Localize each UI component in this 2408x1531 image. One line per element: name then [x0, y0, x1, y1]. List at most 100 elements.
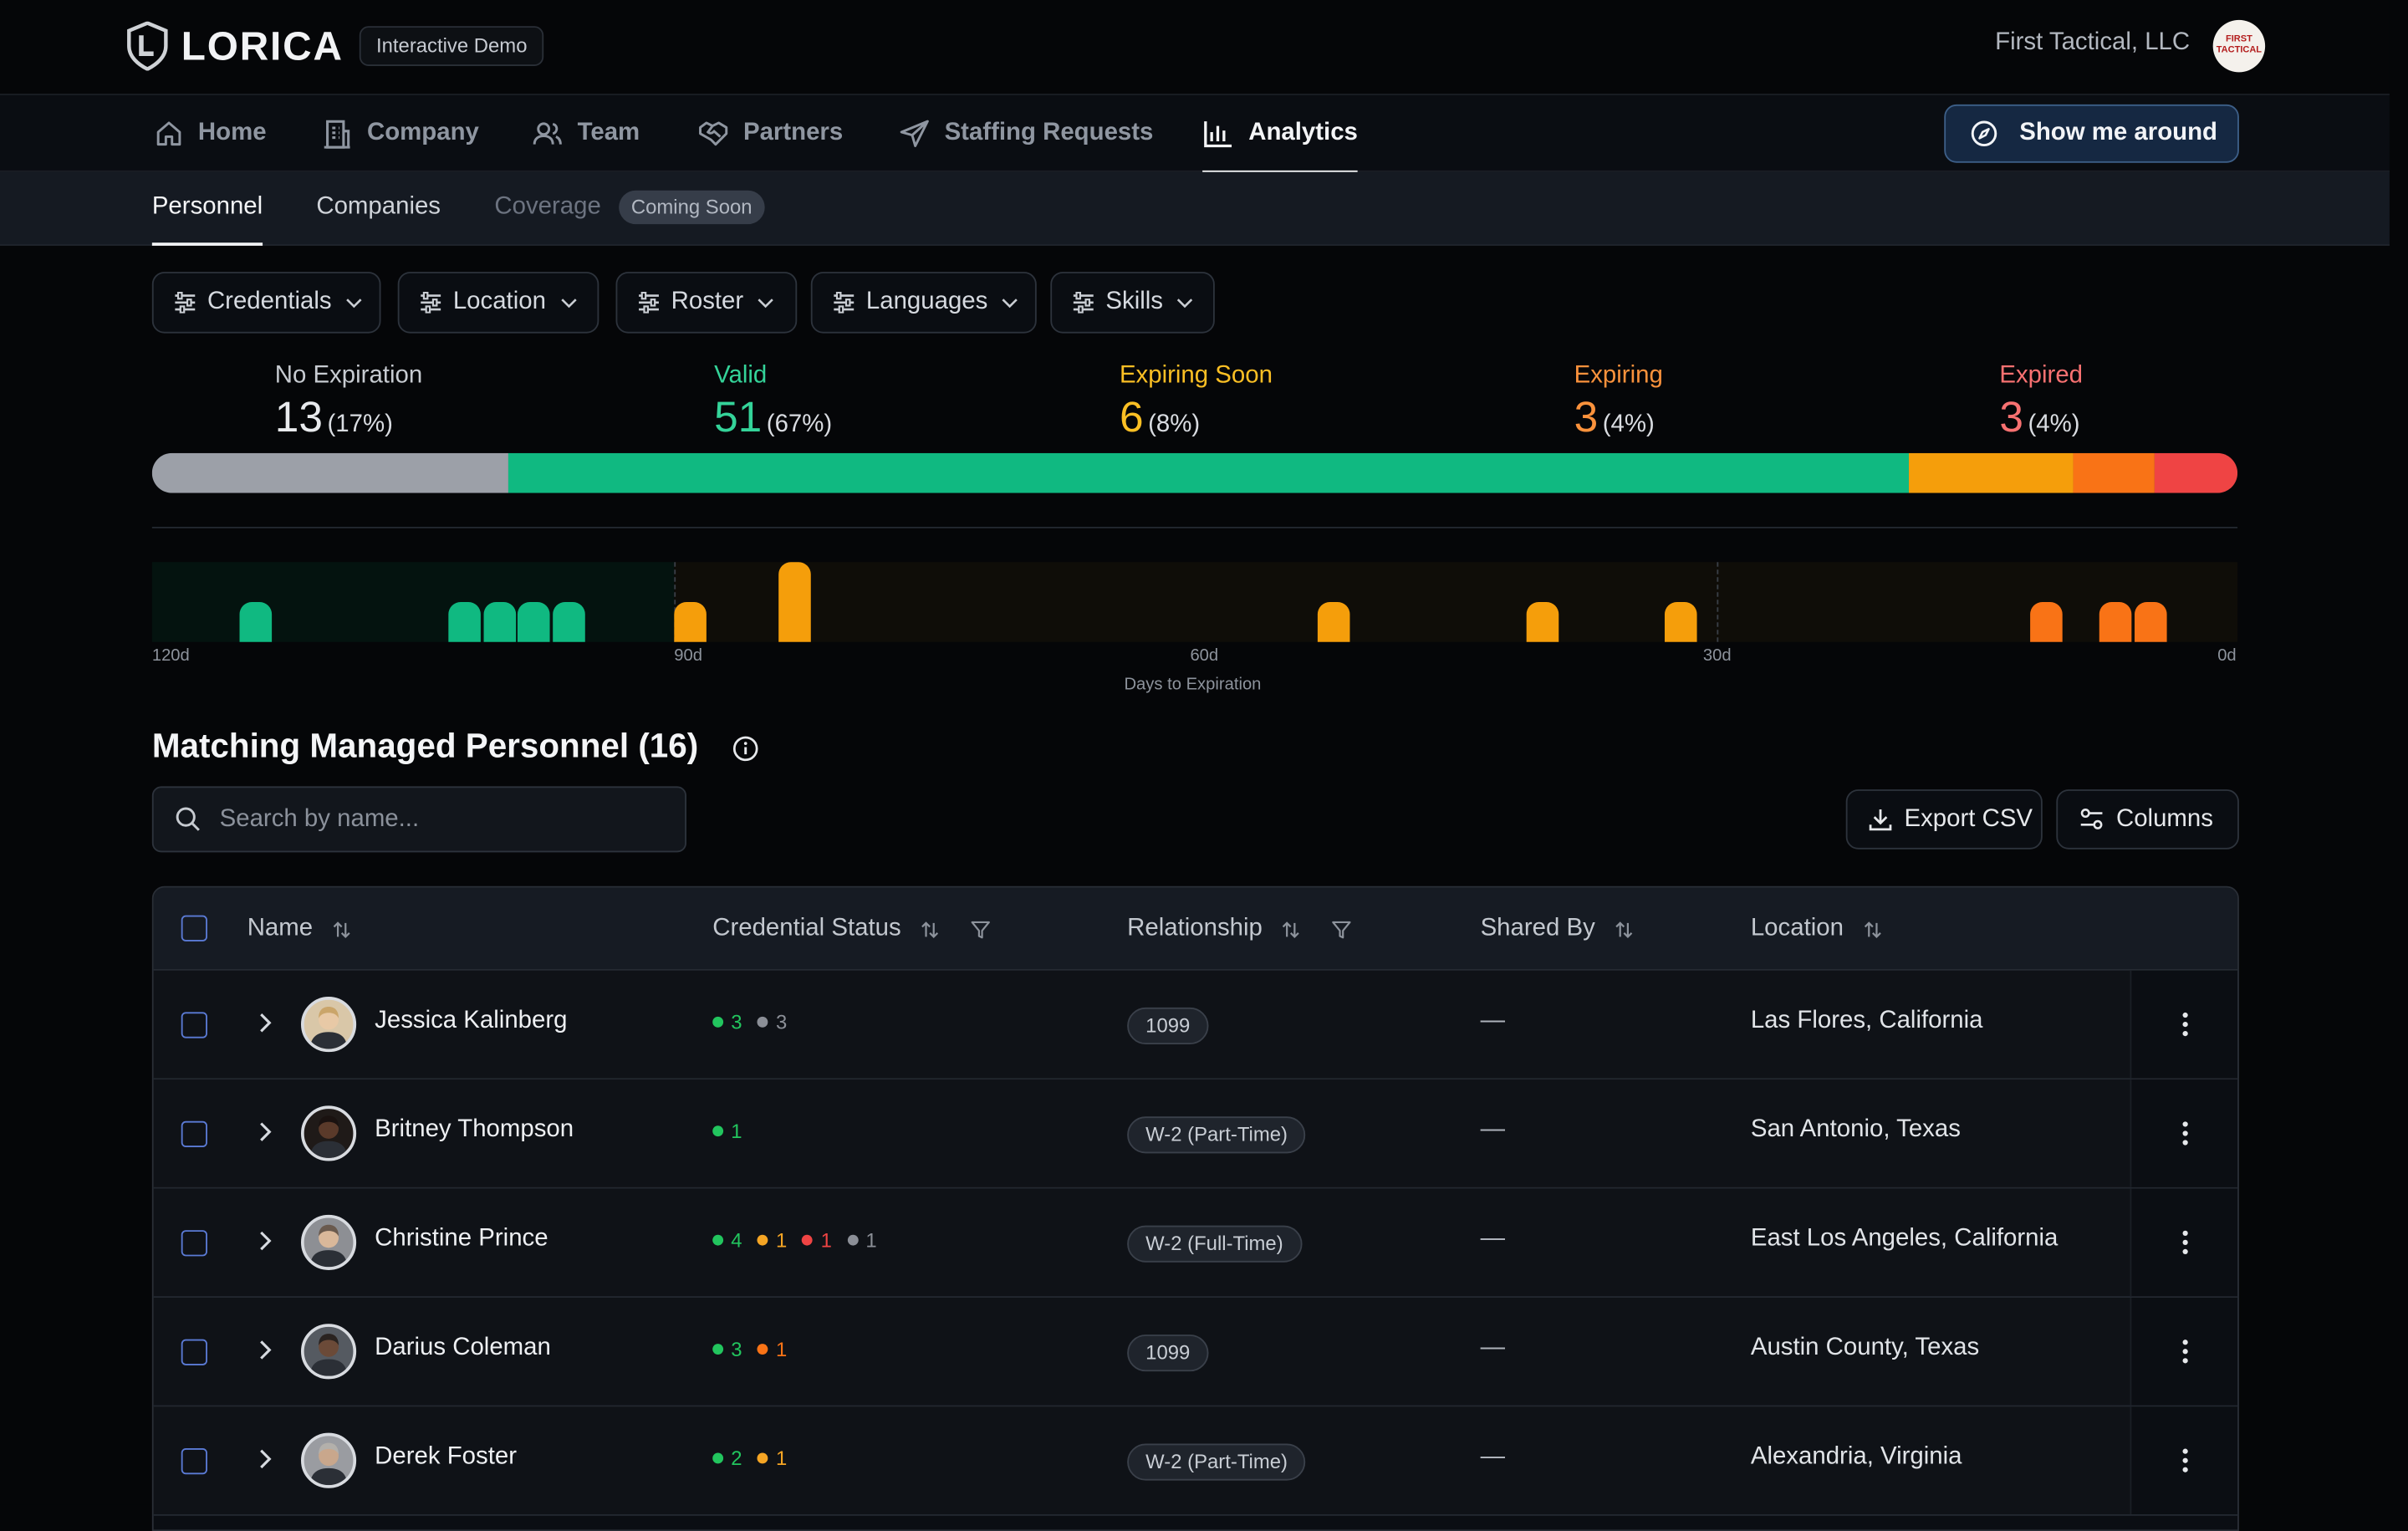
stat-valid[interactable]: Valid 51 (67%)	[714, 362, 832, 442]
filter-skills[interactable]: Skills	[1050, 272, 1215, 334]
download-icon	[1869, 809, 1892, 831]
row-checkbox[interactable]	[181, 1448, 207, 1475]
chevron-right-icon[interactable]	[258, 1121, 273, 1143]
sort-icon[interactable]	[1281, 919, 1301, 939]
status-dot	[757, 1016, 768, 1028]
column-header-relationship[interactable]: Relationship	[1127, 888, 1351, 971]
nav-company[interactable]: Company	[321, 95, 479, 172]
stat-expiring[interactable]: Expiring 3 (4%)	[1574, 362, 1663, 442]
nav-staffing-requests[interactable]: Staffing Requests	[898, 95, 1153, 172]
row-checkbox[interactable]	[181, 1339, 207, 1365]
status-bar-segment-expiring[interactable]	[2073, 452, 2155, 493]
chevron-right-icon[interactable]	[258, 1230, 273, 1252]
histogram-bar[interactable]	[518, 601, 551, 642]
credential-count: 3	[712, 1338, 742, 1360]
brand-name: LORICA	[181, 22, 344, 69]
status-dot	[712, 1016, 724, 1028]
location: San Antonio, Texas	[1750, 1116, 1961, 1143]
credential-count: 1	[757, 1228, 787, 1252]
nav-partners[interactable]: Partners	[697, 95, 843, 172]
sort-icon[interactable]	[1614, 919, 1634, 939]
column-header-name[interactable]: Name	[247, 888, 351, 971]
status-bar-segment-valid[interactable]	[508, 452, 1909, 493]
histogram-bar[interactable]	[2099, 601, 2132, 642]
histogram-bar[interactable]	[1665, 601, 1698, 642]
nav-team[interactable]: Team	[531, 95, 640, 172]
person-name[interactable]: Britney Thompson	[375, 1116, 574, 1144]
table-row[interactable]: Jessica Kalinberg 33 1099 — Las Flores, …	[153, 970, 2238, 1080]
company-avatar[interactable]: FIRST TACTICAL	[2212, 19, 2266, 73]
chevron-down-icon	[758, 298, 773, 308]
histogram-bar[interactable]	[1526, 601, 1559, 642]
nav-analytics[interactable]: Analytics	[1202, 95, 1359, 174]
filter-credentials-label: Credentials	[207, 288, 332, 315]
filter-languages[interactable]: Languages	[810, 272, 1037, 334]
person-name[interactable]: Christine Prince	[375, 1226, 548, 1253]
row-checkbox[interactable]	[181, 1230, 207, 1257]
table-header: Name Credential Status Relationship Shar…	[153, 887, 2238, 971]
nav-home[interactable]: Home	[154, 95, 267, 172]
chevron-right-icon[interactable]	[258, 1012, 273, 1033]
tab-personnel[interactable]: Personnel	[151, 172, 263, 246]
row-checkbox[interactable]	[181, 1120, 207, 1148]
person-name[interactable]: Derek Foster	[375, 1443, 517, 1471]
brand-logo[interactable]: LORICA	[126, 21, 344, 71]
status-bar-segment-no-expiration[interactable]	[151, 452, 509, 493]
person-name[interactable]: Darius Coleman	[375, 1335, 551, 1362]
more-vertical-icon[interactable]	[2181, 1340, 2187, 1364]
histogram-bar[interactable]	[240, 601, 273, 642]
chevron-right-icon[interactable]	[258, 1448, 273, 1470]
show-me-around-button[interactable]: Show me around	[1944, 104, 2239, 163]
row-checkbox[interactable]	[181, 1012, 207, 1039]
column-header-location[interactable]: Location	[1751, 888, 1882, 971]
histogram-bar[interactable]	[778, 562, 812, 642]
histogram-bar[interactable]	[553, 601, 585, 642]
export-csv-button[interactable]: Export CSV	[1845, 789, 2043, 850]
column-header-shared-by[interactable]: Shared By	[1481, 888, 1634, 971]
stat-label: Expiring	[1574, 362, 1663, 389]
filter-location[interactable]: Location	[397, 272, 599, 334]
histogram-bar[interactable]	[448, 601, 482, 642]
tab-companies[interactable]: Companies	[316, 172, 441, 244]
histogram-bar[interactable]	[1317, 601, 1350, 642]
sliders-icon	[834, 291, 855, 314]
stat-no-expiration[interactable]: No Expiration 13 (17%)	[275, 362, 422, 442]
column-header-credential-status[interactable]: Credential Status	[712, 888, 990, 971]
filter-icon[interactable]	[1332, 919, 1352, 939]
stat-expired[interactable]: Expired 3 (4%)	[1999, 362, 2083, 442]
table-row[interactable]: Christine Prince 4111 W-2 (Full-Time) — …	[153, 1188, 2238, 1299]
more-vertical-icon[interactable]	[2181, 1012, 2187, 1037]
company-name[interactable]: First Tactical, LLC	[1995, 29, 2190, 57]
stat-expiring-soon[interactable]: Expiring Soon 6 (8%)	[1120, 362, 1273, 442]
more-vertical-icon[interactable]	[2181, 1230, 2187, 1255]
select-all-checkbox[interactable]	[181, 915, 207, 942]
avatar	[300, 1105, 357, 1161]
columns-button[interactable]: Columns	[2056, 789, 2239, 850]
credential-count: 4	[712, 1228, 742, 1252]
sort-icon[interactable]	[920, 919, 940, 939]
histogram-bar[interactable]	[2030, 601, 2063, 642]
more-vertical-icon[interactable]	[2181, 1121, 2187, 1146]
filter-icon[interactable]	[970, 919, 990, 939]
person-name[interactable]: Jessica Kalinberg	[375, 1008, 567, 1035]
chevron-right-icon[interactable]	[258, 1340, 273, 1361]
more-vertical-icon[interactable]	[2181, 1448, 2187, 1472]
histogram-bar[interactable]	[2134, 601, 2167, 642]
status-dot	[757, 1452, 768, 1464]
search-input[interactable]	[219, 805, 650, 834]
shared-by: —	[1480, 1116, 1505, 1143]
status-bar-segment-expiring-soon[interactable]	[1908, 452, 2074, 493]
status-bar-segment-expired[interactable]	[2155, 452, 2238, 493]
table-row[interactable]: Darius Coleman 31 1099 — Austin County, …	[153, 1298, 2238, 1407]
table-row[interactable]: Britney Thompson 1 W-2 (Part-Time) — San…	[153, 1079, 2238, 1189]
histogram-bar[interactable]	[483, 601, 516, 642]
table-row[interactable]: Derek Foster 21 W-2 (Part-Time) — Alexan…	[153, 1406, 2238, 1516]
filter-credentials[interactable]: Credentials	[151, 272, 381, 334]
filter-roster[interactable]: Roster	[615, 272, 798, 334]
sort-icon[interactable]	[1862, 919, 1882, 939]
tab-coverage: Coverage	[494, 193, 601, 220]
histogram-bar[interactable]	[674, 601, 707, 642]
sort-icon[interactable]	[331, 919, 351, 939]
bar-chart-icon	[1204, 121, 1232, 148]
info-icon[interactable]	[732, 736, 758, 762]
